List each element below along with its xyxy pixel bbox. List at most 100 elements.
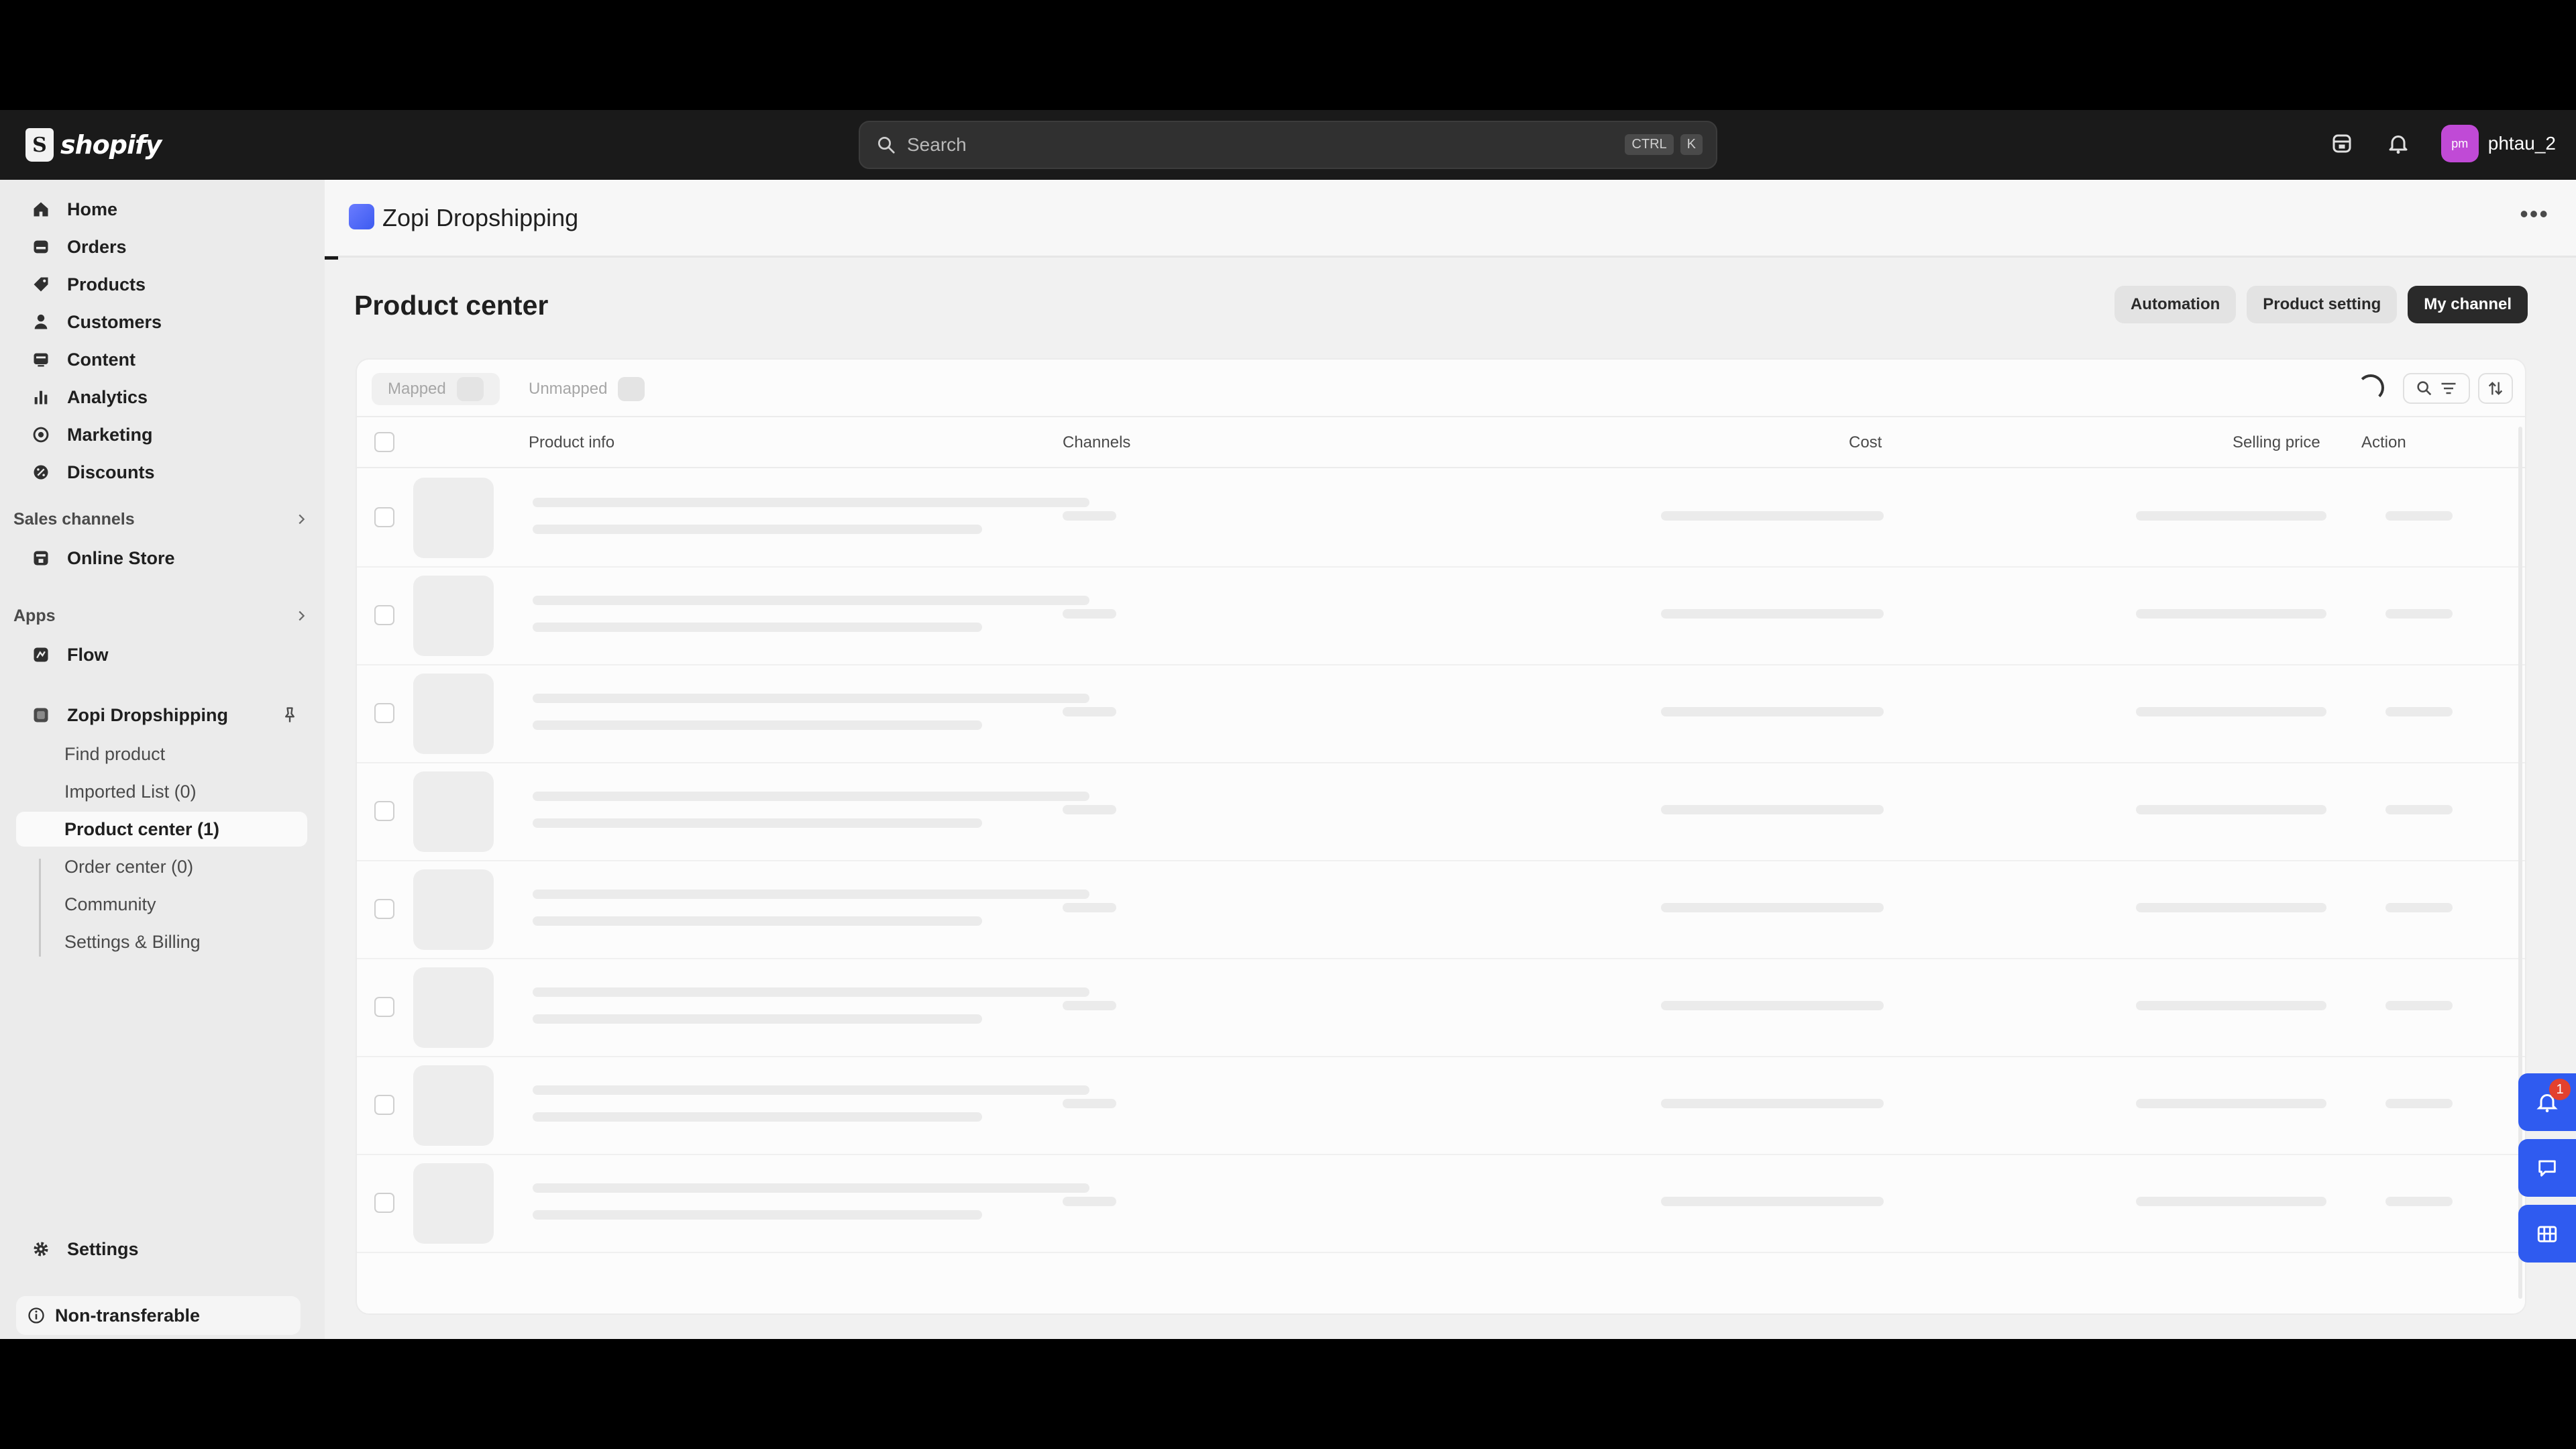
sidebar-item-home[interactable]: Home [16,192,307,227]
row-checkbox[interactable] [374,507,394,527]
search-filter-button[interactable] [2403,373,2470,404]
selling-price-skeleton [2136,903,2326,912]
product-table-card: Mapped Unmapped Product info Channels Co… [356,358,2526,1315]
sidebar-subitem-label: Imported List (0) [64,781,197,802]
product-setting-button[interactable]: Product setting [2247,286,2398,323]
cost-skeleton [1661,707,1884,716]
sort-icon [2488,382,2503,395]
subtitle-skeleton [533,1014,982,1024]
sidebar: Home Orders Products Customers Content A… [0,180,325,1339]
sidebar-subitem-label: Product center (1) [64,818,220,839]
selling-price-skeleton [2136,511,2326,521]
sidebar-item-label: Home [67,199,118,219]
table-row-skeleton [357,959,2525,1057]
store-icon [31,548,51,568]
table-row-skeleton [357,1057,2525,1155]
sidebar-item-label: Flow [67,644,109,665]
floating-chat-button[interactable] [2518,1139,2576,1197]
row-checkbox[interactable] [374,899,394,919]
action-skeleton [2385,1099,2453,1108]
pin-icon[interactable] [280,706,299,724]
sidebar-item-flow[interactable]: Flow [16,637,307,672]
tab-count-badge [456,377,484,401]
sidebar-item-analytics[interactable]: Analytics [16,380,307,415]
app-icon [31,705,51,725]
row-checkbox[interactable] [374,703,394,723]
filter-icon [2441,382,2456,394]
sidebar-item-content[interactable]: Content [16,342,307,377]
my-channel-button[interactable]: My channel [2408,286,2528,323]
floating-apps-button[interactable] [2518,1205,2576,1263]
sidebar-subitem-settings-billing[interactable]: Settings & Billing [16,924,307,959]
sidebar-item-orders[interactable]: Orders [16,229,307,264]
sidebar-item-label: Analytics [67,386,148,407]
row-checkbox[interactable] [374,1193,394,1213]
sidebar-subitem-label: Community [64,894,156,914]
gear-icon [31,1239,51,1259]
sidebar-item-label: Online Store [67,547,175,568]
tab-count-badge [618,377,645,401]
sidebar-item-label: Zopi Dropshipping [67,704,228,725]
section-label: Apps [13,606,56,625]
sidebar-item-settings[interactable]: Settings [16,1232,307,1267]
account-name: phtau_2 [2487,133,2556,154]
sidebar-item-products[interactable]: Products [16,267,307,302]
sales-channels-section[interactable]: Sales channels [13,504,309,534]
tab-unmapped[interactable]: Unmapped [513,373,661,405]
sidebar-item-discounts[interactable]: Discounts [16,455,307,490]
channels-skeleton [1063,511,1116,521]
subtitle-skeleton [533,818,982,828]
channels-skeleton [1063,805,1116,814]
sidebar-subitem-community[interactable]: Community [16,887,307,922]
table-header: Product info Channels Cost Selling price… [357,417,2525,468]
cost-skeleton [1661,1001,1884,1010]
sidebar-item-label: Discounts [67,462,155,482]
sidebar-subitem-order-center[interactable]: Order center (0) [16,849,307,884]
row-checkbox[interactable] [374,1095,394,1115]
orders-icon [31,237,51,257]
bell-icon[interactable] [2385,130,2412,157]
subtitle-skeleton [533,1210,982,1220]
sidebar-item-customers[interactable]: Customers [16,305,307,339]
content-icon [31,350,51,370]
top-right-controls: pm phtau_2 [2328,125,2556,162]
table-row-skeleton [357,861,2525,959]
row-checkbox[interactable] [374,801,394,821]
avatar: pm [2440,125,2479,162]
sidebar-item-online-store[interactable]: Online Store [16,541,307,576]
row-checkbox[interactable] [374,997,394,1017]
automation-button[interactable]: Automation [2114,286,2237,323]
sidebar-subitem-label: Find product [64,743,166,764]
selling-price-skeleton [2136,1001,2326,1010]
target-icon [31,425,51,445]
column-header-channels: Channels [1063,433,1131,451]
apps-section[interactable]: Apps [13,601,309,631]
sidebar-item-zopi-dropshipping[interactable]: Zopi Dropshipping [16,698,307,733]
store-icon[interactable] [2328,130,2355,157]
shopify-logo[interactable]: shopify [25,126,162,164]
more-actions-icon[interactable]: ••• [2520,200,2549,228]
column-header-selling-price: Selling price [2233,433,2320,451]
non-transferable-badge[interactable]: Non-transferable [16,1296,301,1335]
product-thumbnail-placeholder [413,967,494,1048]
search-bar[interactable]: Search CTRL K [859,121,1717,169]
select-all-checkbox[interactable] [374,432,394,452]
action-skeleton [2385,609,2453,619]
sidebar-subitem-imported-list[interactable]: Imported List (0) [16,774,307,809]
sidebar-subitem-find-product[interactable]: Find product [16,737,307,771]
product-thumbnail-placeholder [413,478,494,558]
row-checkbox[interactable] [374,605,394,625]
table-row-skeleton [357,470,2525,568]
sidebar-subitem-product-center[interactable]: Product center (1) [16,812,307,847]
logo-text: shopify [60,130,162,160]
cost-skeleton [1661,1197,1884,1206]
sort-button[interactable] [2478,373,2513,404]
account-menu[interactable]: pm phtau_2 [2440,125,2556,162]
tab-mapped[interactable]: Mapped [372,373,500,405]
selling-price-skeleton [2136,707,2326,716]
search-placeholder: Search [907,134,967,155]
title-skeleton [533,1085,1089,1095]
sidebar-item-marketing[interactable]: Marketing [16,417,307,452]
subtitle-skeleton [533,525,982,534]
non-transferable-label: Non-transferable [55,1305,201,1326]
